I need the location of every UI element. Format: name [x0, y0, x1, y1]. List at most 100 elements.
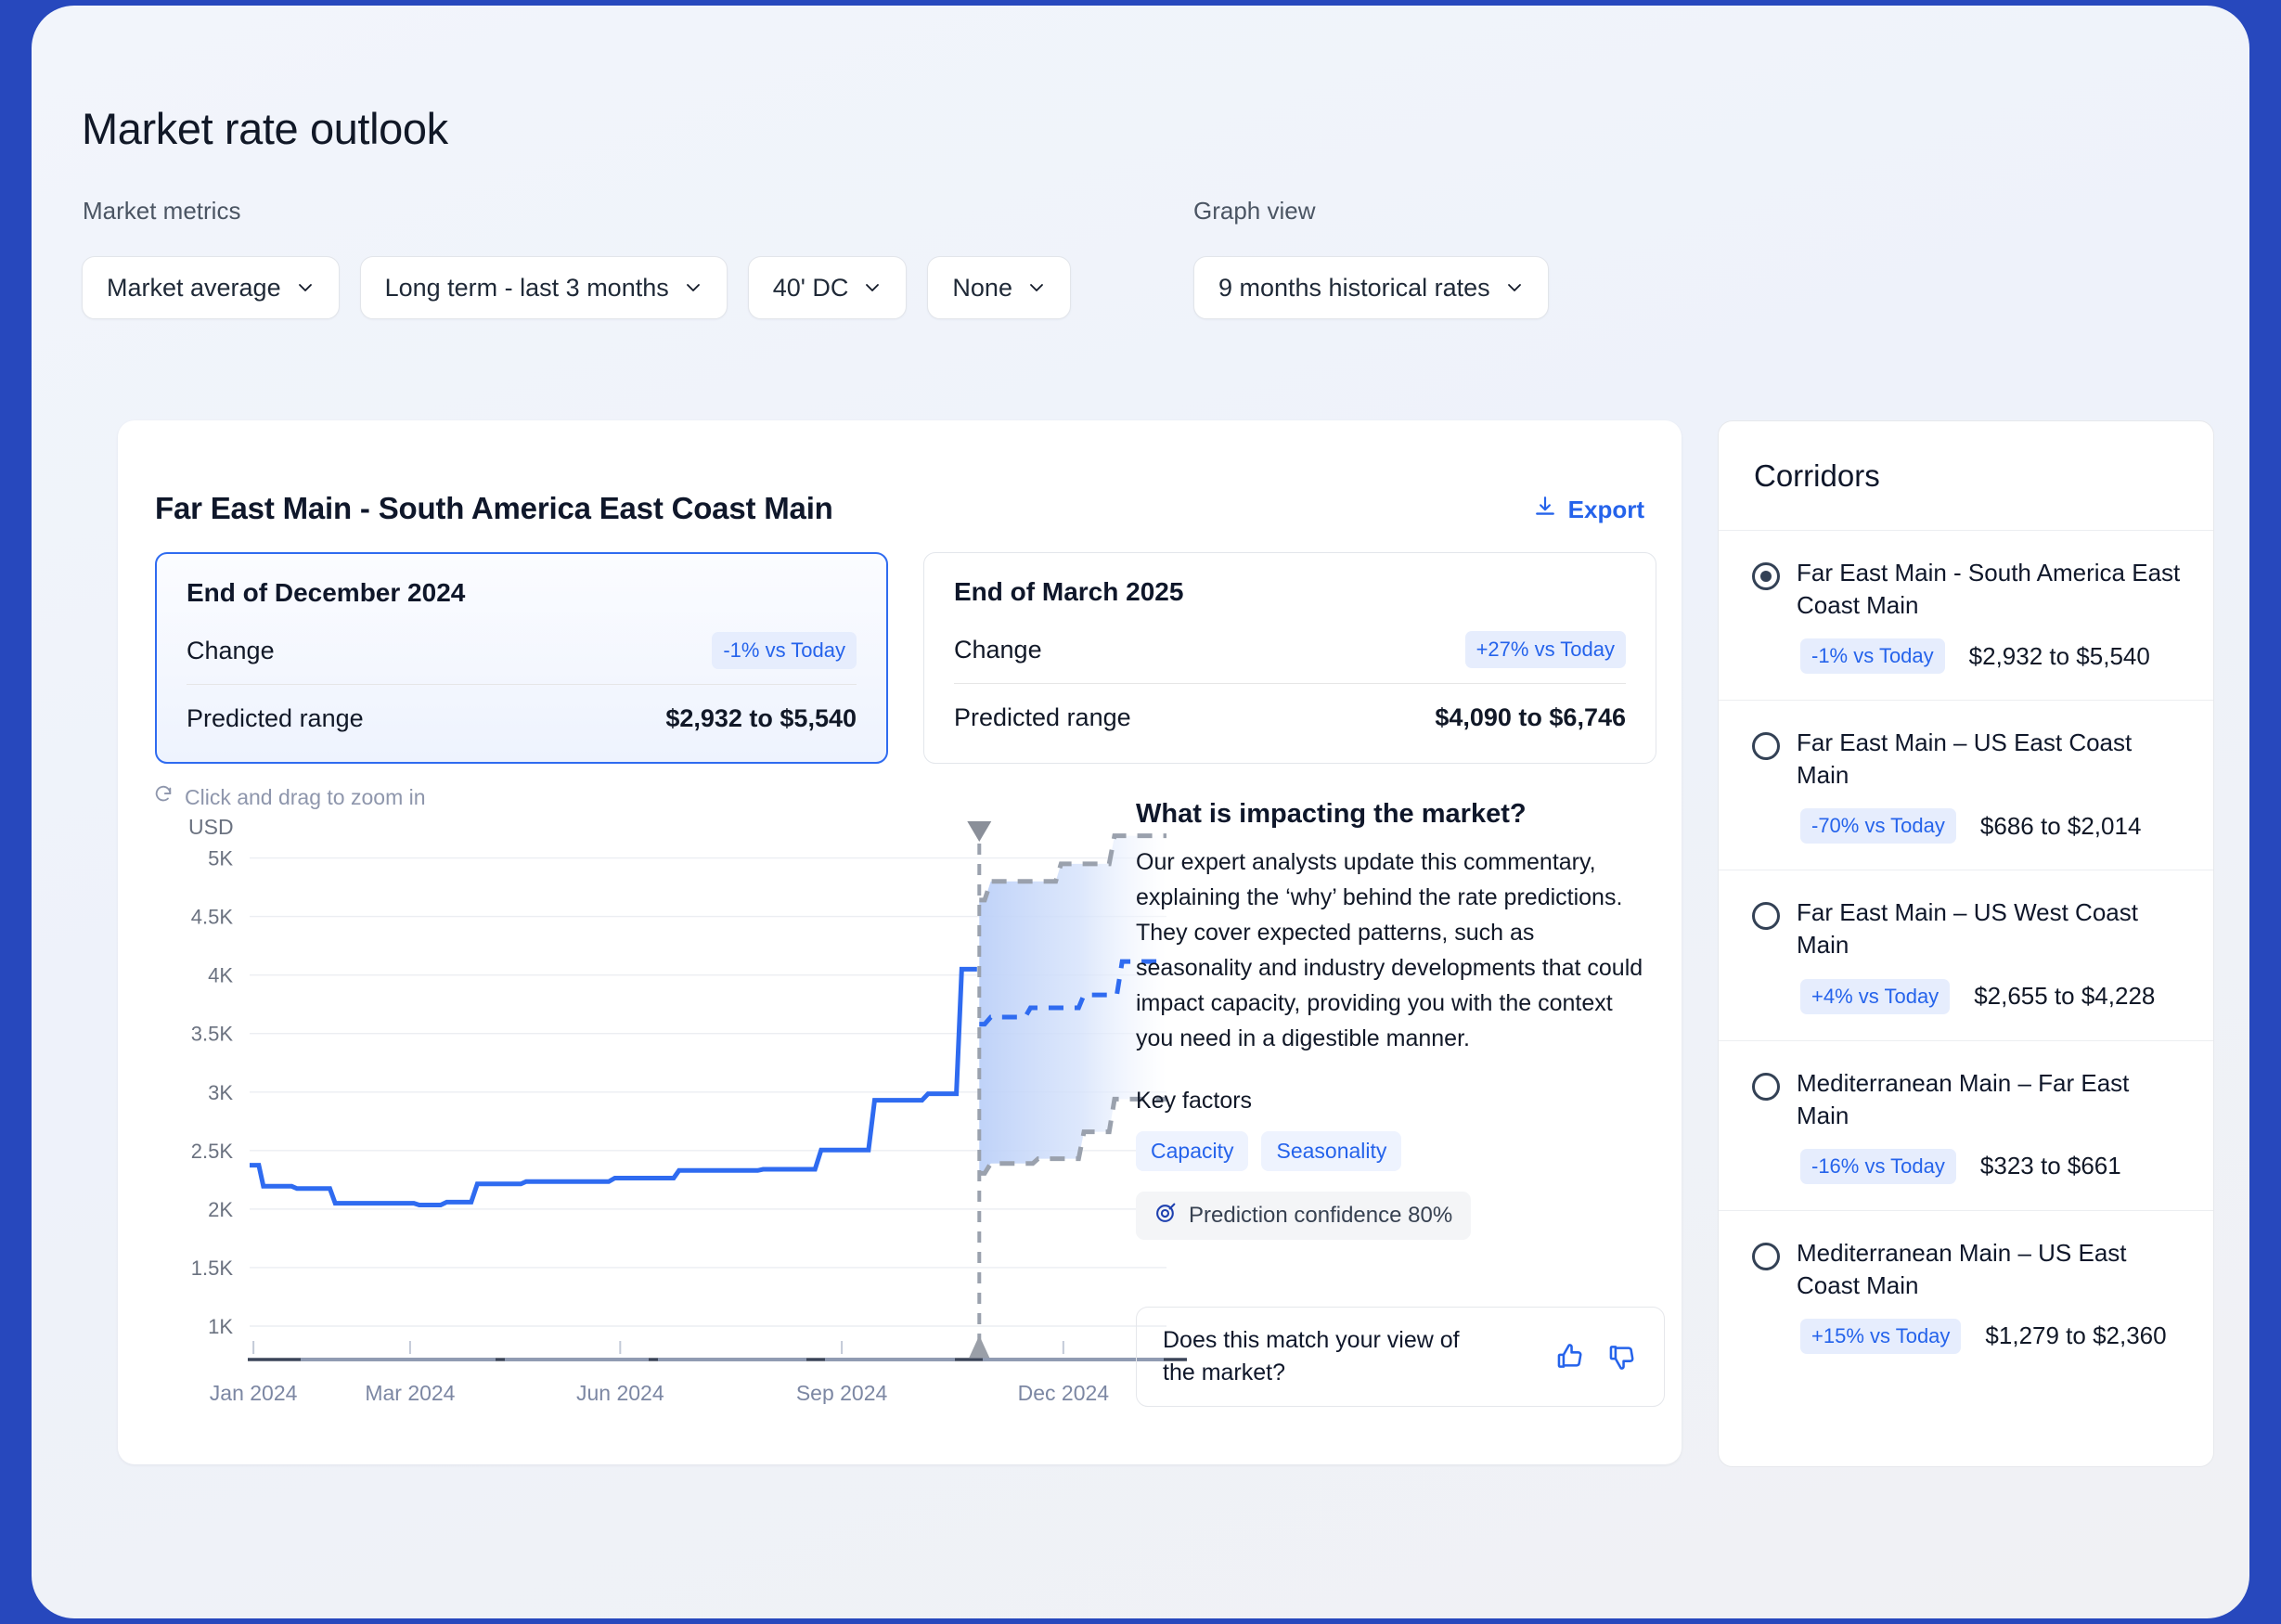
feedback-buttons — [1554, 1341, 1638, 1373]
summary-heading: End of December 2024 — [187, 578, 466, 607]
y-axis-tick: 1K — [208, 1315, 233, 1338]
summary-card-december[interactable]: End of December 2024 Change -1% vs Today… — [155, 552, 888, 764]
today-marker-handle-bottom[interactable] — [969, 1335, 990, 1358]
prediction-confidence-badge: Prediction confidence 80% — [1136, 1192, 1472, 1240]
target-icon — [1154, 1201, 1178, 1231]
zoom-reset-icon — [153, 784, 174, 810]
corridor-item[interactable]: Mediterranean Main – US East Coast Main +… — [1719, 1211, 2213, 1380]
app-frame: Market rate outlook Market metrics Graph… — [32, 6, 2249, 1618]
summary-range-row: Predicted range $2,932 to $5,540 — [187, 685, 857, 752]
corridor-item[interactable]: Far East Main – US East Coast Main -70% v… — [1719, 701, 2213, 871]
market-commentary: What is impacting the market? Our expert… — [1136, 799, 1665, 1240]
download-icon — [1533, 495, 1557, 525]
y-axis-tick: 2.5K — [191, 1140, 234, 1163]
filter-market-average[interactable]: Market average — [82, 256, 340, 319]
filter-container-type-value: 40' DC — [772, 273, 849, 302]
export-button[interactable]: Export — [1533, 495, 1644, 525]
y-axis-tick: 1.5K — [191, 1257, 234, 1280]
chevron-down-icon — [1505, 278, 1524, 297]
corridor-body: Far East Main – US West Coast Main +4% vs… — [1797, 896, 2185, 1014]
corridors-title: Corridors — [1754, 458, 1880, 493]
corridor-change-badge: -1% vs Today — [1800, 638, 1945, 675]
corridors-list: Far East Main - South America East Coast… — [1719, 531, 2213, 1380]
summary-heading: End of March 2025 — [954, 577, 1184, 606]
commentary-body: Our expert analysts update this commenta… — [1136, 849, 1643, 1051]
y-axis-title: USD — [188, 815, 234, 839]
y-axis-tick: 5K — [208, 847, 233, 870]
chart-zoom-hint: Click and drag to zoom in — [153, 784, 426, 810]
rate-chart[interactable]: USD 1K 1.5K 2K 2.5K 3K 3.5K 4K 4.5K 5K Jan 2024 Mar… — [146, 810, 1194, 1404]
key-factors-tags: Capacity Seasonality — [1136, 1131, 1665, 1171]
market-outlook-card: Far East Main - South America East Coast… — [118, 420, 1682, 1464]
corridor-body: Far East Main - South America East Coast… — [1797, 557, 2185, 675]
summary-range-row: Predicted range $4,090 to $6,746 — [954, 684, 1626, 751]
today-marker-handle-top[interactable] — [967, 821, 992, 842]
corridor-meta: +4% vs Today $2,655 to $4,228 — [1797, 978, 2185, 1014]
summary-range-label: Predicted range — [187, 703, 364, 732]
summary-change-label: Change — [187, 636, 275, 664]
corridor-meta: +15% vs Today $1,279 to $2,360 — [1797, 1318, 2185, 1354]
export-label: Export — [1567, 496, 1644, 523]
corridor-radio[interactable] — [1752, 1072, 1780, 1101]
corridor-name: Mediterranean Main – US East Coast Main — [1797, 1238, 2127, 1299]
x-axis-tick: Sep 2024 — [796, 1381, 888, 1404]
corridor-body: Mediterranean Main – Far East Main -16% v… — [1797, 1067, 2185, 1184]
chart-zoom-hint-label: Click and drag to zoom in — [185, 784, 426, 809]
filter-term[interactable]: Long term - last 3 months — [359, 256, 728, 319]
corridors-panel: Corridors Far East Main - South America … — [1718, 420, 2214, 1467]
corridor-radio[interactable] — [1752, 1242, 1780, 1270]
y-axis-tick: 4K — [208, 964, 233, 987]
graph-view-filters: 9 months historical rates — [1193, 256, 1549, 319]
summary-change-row: Change +27% vs Today — [954, 616, 1626, 683]
filter-graph-view-value: 9 months historical rates — [1218, 273, 1490, 302]
corridor-radio[interactable] — [1752, 562, 1780, 590]
summary-card-march[interactable]: End of March 2025 Change +27% vs Today P… — [923, 552, 1656, 764]
page-title: Market rate outlook — [82, 104, 448, 153]
chart-series-historical-rate — [250, 966, 977, 1207]
filter-market-average-value: Market average — [107, 273, 281, 302]
x-axis-tick: Dec 2024 — [1018, 1381, 1110, 1404]
chevron-down-icon — [684, 278, 702, 297]
x-axis-tick: Jun 2024 — [576, 1381, 664, 1404]
corridor-radio[interactable] — [1752, 732, 1780, 761]
filter-surcharges-value: None — [952, 273, 1012, 302]
key-factor-tag-capacity[interactable]: Capacity — [1136, 1131, 1249, 1171]
market-metrics-label: Market metrics — [83, 197, 241, 225]
corridor-range: $2,932 to $5,540 — [1968, 641, 2150, 670]
corridor-item[interactable]: Far East Main – US West Coast Main +4% vs… — [1719, 870, 2213, 1041]
prediction-confidence-label: Prediction confidence 80% — [1189, 1203, 1453, 1228]
corridor-radio[interactable] — [1752, 902, 1780, 931]
y-axis-tick: 2K — [208, 1198, 233, 1221]
chevron-down-icon — [863, 278, 882, 297]
corridor-meta: -70% vs Today $686 to $2,014 — [1797, 808, 2185, 844]
thumbs-down-icon[interactable] — [1606, 1341, 1638, 1373]
corridor-name: Far East Main – US West Coast Main — [1797, 898, 2138, 960]
y-axis-tick: 3K — [208, 1081, 233, 1104]
corridor-heading: Far East Main - South America East Coast… — [155, 491, 833, 525]
corridor-item[interactable]: Mediterranean Main – Far East Main -16% v… — [1719, 1041, 2213, 1211]
summary-change-badge: -1% vs Today — [712, 632, 857, 669]
summary-range-value: $2,932 to $5,540 — [665, 703, 857, 732]
x-axis-tick: Mar 2024 — [365, 1381, 455, 1404]
filter-container-type[interactable]: 40' DC — [747, 256, 908, 319]
feedback-card: Does this match your view of the market? — [1136, 1307, 1665, 1407]
corridor-body: Far East Main – US East Coast Main -70% v… — [1797, 727, 2185, 844]
corridor-item[interactable]: Far East Main - South America East Coast… — [1719, 531, 2213, 702]
y-axis-tick: 4.5K — [191, 906, 234, 929]
filter-surcharges[interactable]: None — [927, 256, 1071, 319]
graph-view-label: Graph view — [1193, 197, 1316, 225]
summary-change-badge: +27% vs Today — [1464, 631, 1626, 668]
key-factor-tag-seasonality[interactable]: Seasonality — [1261, 1131, 1402, 1171]
corridor-name: Far East Main - South America East Coast… — [1797, 559, 2181, 620]
summary-range-label: Predicted range — [954, 702, 1131, 731]
filter-graph-view[interactable]: 9 months historical rates — [1193, 256, 1549, 319]
y-axis-tick: 3.5K — [191, 1023, 234, 1046]
corridor-range: $686 to $2,014 — [1979, 811, 2142, 840]
summary-range-value: $4,090 to $6,746 — [1435, 702, 1626, 731]
corridor-range: $1,279 to $2,360 — [1985, 1321, 2167, 1350]
thumbs-up-icon[interactable] — [1554, 1341, 1586, 1373]
filter-term-value: Long term - last 3 months — [384, 273, 669, 302]
x-axis-tick: Jan 2024 — [210, 1381, 298, 1404]
corridor-meta: -1% vs Today $2,932 to $5,540 — [1797, 638, 2185, 675]
corridor-change-badge: -16% vs Today — [1800, 1148, 1956, 1184]
